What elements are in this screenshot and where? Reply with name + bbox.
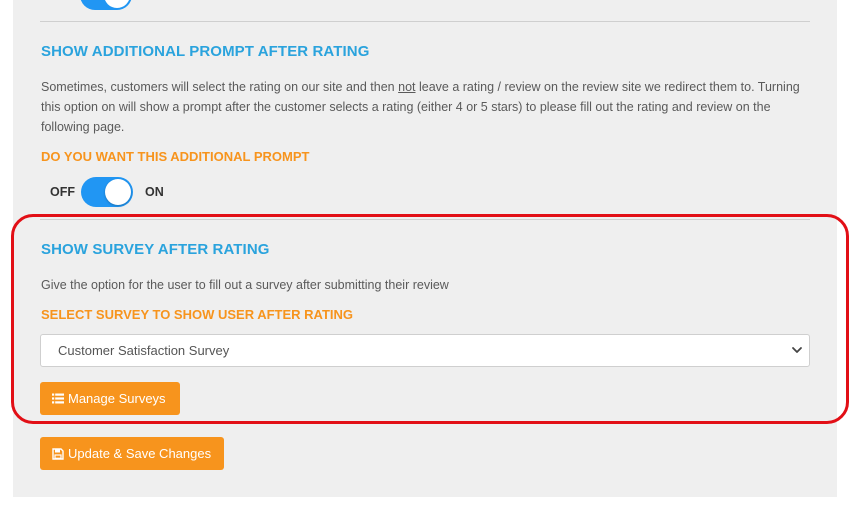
desc-part: Sometimes, customers will select the rat… (41, 80, 399, 94)
survey-section-description: Give the option for the user to fill out… (41, 278, 449, 292)
chevron-down-icon (792, 347, 802, 353)
survey-select-value: Customer Satisfaction Survey (58, 343, 230, 358)
survey-select[interactable]: Customer Satisfaction Survey (40, 334, 810, 367)
update-save-button[interactable]: Update & Save Changes (40, 437, 224, 470)
toggle-on-label: ON (145, 185, 164, 199)
update-save-label: Update & Save Changes (68, 446, 212, 461)
prompt-toggle-switch[interactable] (81, 177, 133, 207)
manage-surveys-button[interactable]: Manage Surveys (40, 382, 180, 415)
prompt-section-title: SHOW ADDITIONAL PROMPT AFTER RATING (41, 43, 370, 60)
toggle-knob (104, 0, 130, 8)
floppy-disk-icon (52, 447, 64, 460)
toggle-knob (105, 179, 131, 205)
divider (40, 21, 810, 22)
prompt-toggle-group: OFF ON (50, 177, 164, 207)
list-icon (52, 393, 64, 404)
divider (40, 219, 810, 220)
desc-underlined: not (398, 80, 416, 94)
survey-section-title: SHOW SURVEY AFTER RATING (41, 241, 270, 258)
prompt-section-description: Sometimes, customers will select the rat… (41, 77, 816, 137)
manage-surveys-label: Manage Surveys (68, 391, 166, 406)
prompt-question-label: DO YOU WANT THIS ADDITIONAL PROMPT (41, 149, 310, 164)
survey-select-label: SELECT SURVEY TO SHOW USER AFTER RATING (41, 307, 354, 322)
toggle-off-label: OFF (50, 185, 75, 199)
